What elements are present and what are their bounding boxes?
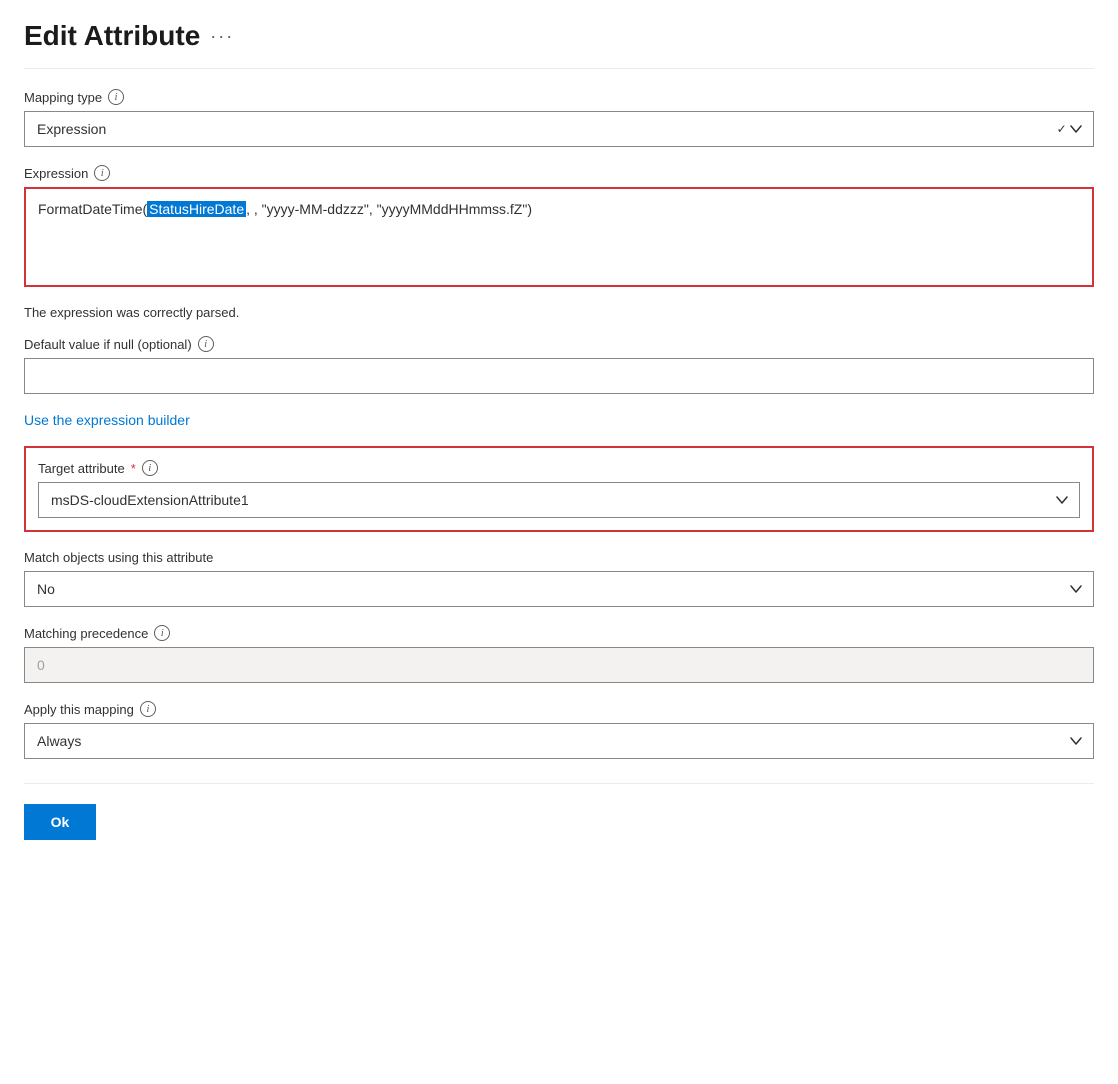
matching-precedence-input [24,647,1094,683]
apply-mapping-group: Apply this mapping i Always Only during … [24,701,1094,759]
target-attribute-info-icon[interactable]: i [142,460,158,476]
mapping-type-label: Mapping type i [24,89,1094,105]
match-objects-label: Match objects using this attribute [24,550,1094,565]
title-ellipsis: ··· [210,26,234,47]
top-divider [24,68,1094,69]
matching-precedence-group: Matching precedence i [24,625,1094,683]
expression-highlighted: StatusHireDate [147,201,246,217]
bottom-divider [24,783,1094,784]
apply-mapping-select-wrapper: Always Only during object creation Only … [24,723,1094,759]
default-value-input[interactable] [24,358,1094,394]
expression-info-icon[interactable]: i [94,165,110,181]
matching-precedence-info-icon[interactable]: i [154,625,170,641]
target-attribute-label: Target attribute * i [38,460,1080,476]
expression-label: Expression i [24,165,1094,181]
title-text: Edit Attribute [24,20,200,52]
required-indicator: * [131,461,136,476]
expression-before: FormatDateTime( [38,201,147,217]
apply-mapping-label: Apply this mapping i [24,701,1094,717]
target-attribute-section: Target attribute * i msDS-cloudExtension… [24,446,1094,532]
match-objects-group: Match objects using this attribute No Ye… [24,550,1094,607]
expression-after: , , "yyyy-MM-ddzzz", "yyyyMMddHHmmss.fZ"… [246,201,532,217]
expression-group: Expression i FormatDateTime(StatusHireDa… [24,165,1094,287]
default-value-info-icon[interactable]: i [198,336,214,352]
match-objects-select[interactable]: No Yes [24,571,1094,607]
target-attribute-group: Target attribute * i msDS-cloudExtension… [38,460,1080,518]
default-value-group: Default value if null (optional) i [24,336,1094,394]
default-value-label: Default value if null (optional) i [24,336,1094,352]
mapping-type-select-wrapper: Expression Direct Constant ✓ [24,111,1094,147]
mapping-type-info-icon[interactable]: i [108,89,124,105]
apply-mapping-info-icon[interactable]: i [140,701,156,717]
target-attribute-select-wrapper: msDS-cloudExtensionAttribute1 [38,482,1080,518]
match-objects-select-wrapper: No Yes [24,571,1094,607]
mapping-type-select[interactable]: Expression Direct Constant [24,111,1094,147]
page-title: Edit Attribute ··· [24,20,1094,52]
target-attribute-select[interactable]: msDS-cloudExtensionAttribute1 [38,482,1080,518]
mapping-type-group: Mapping type i Expression Direct Constan… [24,89,1094,147]
ok-button[interactable]: Ok [24,804,96,840]
expression-builder-link[interactable]: Use the expression builder [24,412,190,428]
matching-precedence-label: Matching precedence i [24,625,1094,641]
parse-success-message: The expression was correctly parsed. [24,305,1094,320]
expression-input[interactable]: FormatDateTime(StatusHireDate, , "yyyy-M… [24,187,1094,287]
apply-mapping-select[interactable]: Always Only during object creation Only … [24,723,1094,759]
